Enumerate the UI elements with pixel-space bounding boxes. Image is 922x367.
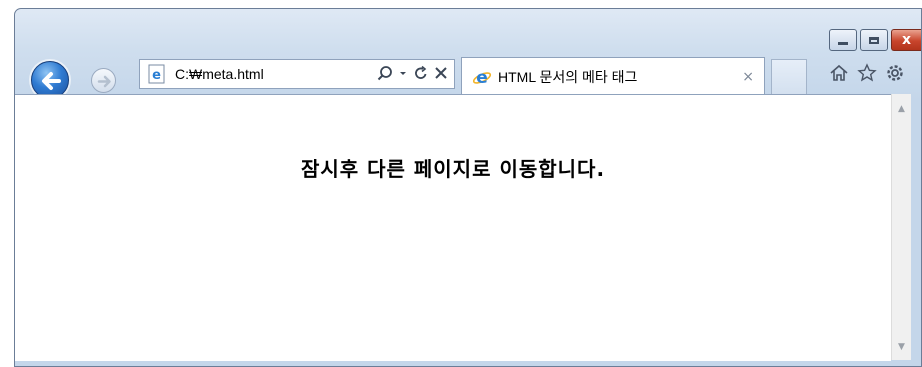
tab-close-icon[interactable]: × (742, 69, 754, 85)
address-tools (377, 65, 448, 84)
dropdown-icon[interactable] (398, 65, 408, 84)
maximize-icon (869, 36, 879, 44)
search-icon[interactable] (377, 65, 393, 84)
minimize-button[interactable] (829, 29, 857, 51)
favorites-icon[interactable] (857, 63, 877, 86)
close-window-button[interactable]: x (891, 29, 921, 51)
refresh-icon[interactable] (413, 65, 429, 84)
svg-text:e: e (476, 68, 488, 87)
address-input[interactable]: C:₩meta.html (175, 66, 377, 82)
forward-button[interactable] (91, 68, 116, 93)
home-icon[interactable] (829, 63, 849, 86)
scroll-down-icon[interactable]: ▼ (892, 338, 911, 356)
maximize-button[interactable] (860, 29, 888, 51)
new-tab-button[interactable] (771, 59, 807, 95)
tab-active[interactable]: e HTML 문서의 메타 태그 × (461, 57, 765, 96)
forward-arrow-icon (97, 75, 111, 88)
page-content: 잠시후 다른 페이지로 이동합니다. (15, 94, 891, 361)
redirect-message: 잠시후 다른 페이지로 이동합니다. (300, 157, 606, 181)
close-icon: x (901, 32, 912, 48)
command-icons (829, 63, 905, 86)
address-bar[interactable]: e C:₩meta.html (139, 59, 455, 89)
stop-icon[interactable] (434, 65, 448, 84)
tab-title: HTML 문서의 메타 태그 (498, 69, 638, 85)
ie-logo-icon: e (472, 67, 492, 88)
scroll-up-icon[interactable]: ▲ (892, 100, 911, 118)
browser-window: x e C:₩meta.html e HTML 문서의 메타 태그 × 잠시후 … (14, 8, 922, 367)
tools-icon[interactable] (885, 63, 905, 86)
vertical-scrollbar[interactable]: ▲ ▼ (891, 94, 911, 360)
caption-buttons: x (826, 29, 921, 53)
page-icon: e (147, 64, 167, 84)
svg-text:e: e (152, 68, 161, 83)
minimize-icon (838, 41, 848, 45)
